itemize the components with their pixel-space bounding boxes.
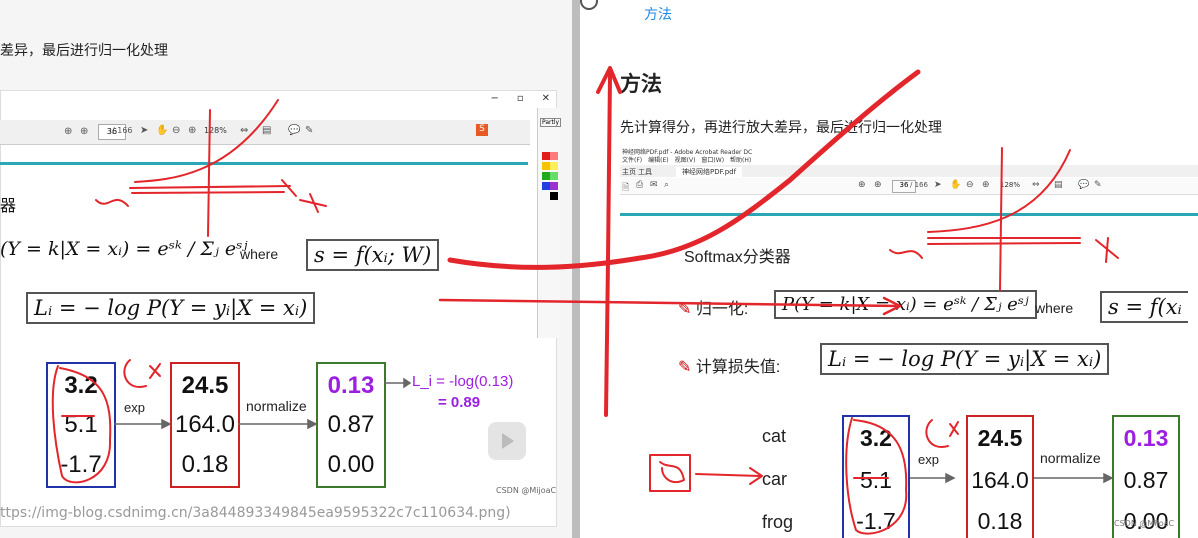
- exp-arrowhead: [161, 418, 172, 430]
- normalize-arrowhead: [307, 418, 318, 430]
- box-arrows: [114, 377, 1114, 484]
- ink-left-curve: [134, 99, 279, 183]
- ink-sweep-stroke: [447, 69, 921, 270]
- ink-right-circle: [845, 417, 908, 535]
- ink-left-circle: [51, 365, 112, 484]
- ink-horizontal-arrow: [438, 298, 902, 308]
- ink-left-x2: [299, 193, 327, 213]
- ink-left-x-exp: [149, 363, 161, 379]
- ink-left-vline: [207, 109, 211, 237]
- right-normalize-arrowhead: [1103, 472, 1114, 484]
- ink-vertical-axis: [604, 73, 612, 417]
- ink-left-underline: [129, 185, 291, 189]
- right-exp-arrowhead: [945, 472, 956, 484]
- ink-left-underline2: [131, 191, 285, 194]
- ink-left-squiggle: [95, 199, 129, 207]
- ink-right-box-doodle: [659, 461, 685, 484]
- ink-right-curve: [927, 149, 1071, 233]
- ink-right-box-arrow: [695, 473, 761, 477]
- ink-right-e: [925, 419, 949, 449]
- ink-strokes: [51, 66, 1119, 535]
- ink-right-squiggle: [889, 249, 923, 259]
- ink-right-x: [1095, 237, 1119, 263]
- ink-left-x: [281, 179, 297, 197]
- ink-right-box: [649, 454, 691, 492]
- ink-right-underline2: [927, 242, 1081, 245]
- ink-left-e: [123, 359, 147, 389]
- annotation-layer: [51, 66, 1119, 535]
- ink-right-x-exp: [949, 421, 959, 437]
- loss-arrowhead: [403, 377, 412, 389]
